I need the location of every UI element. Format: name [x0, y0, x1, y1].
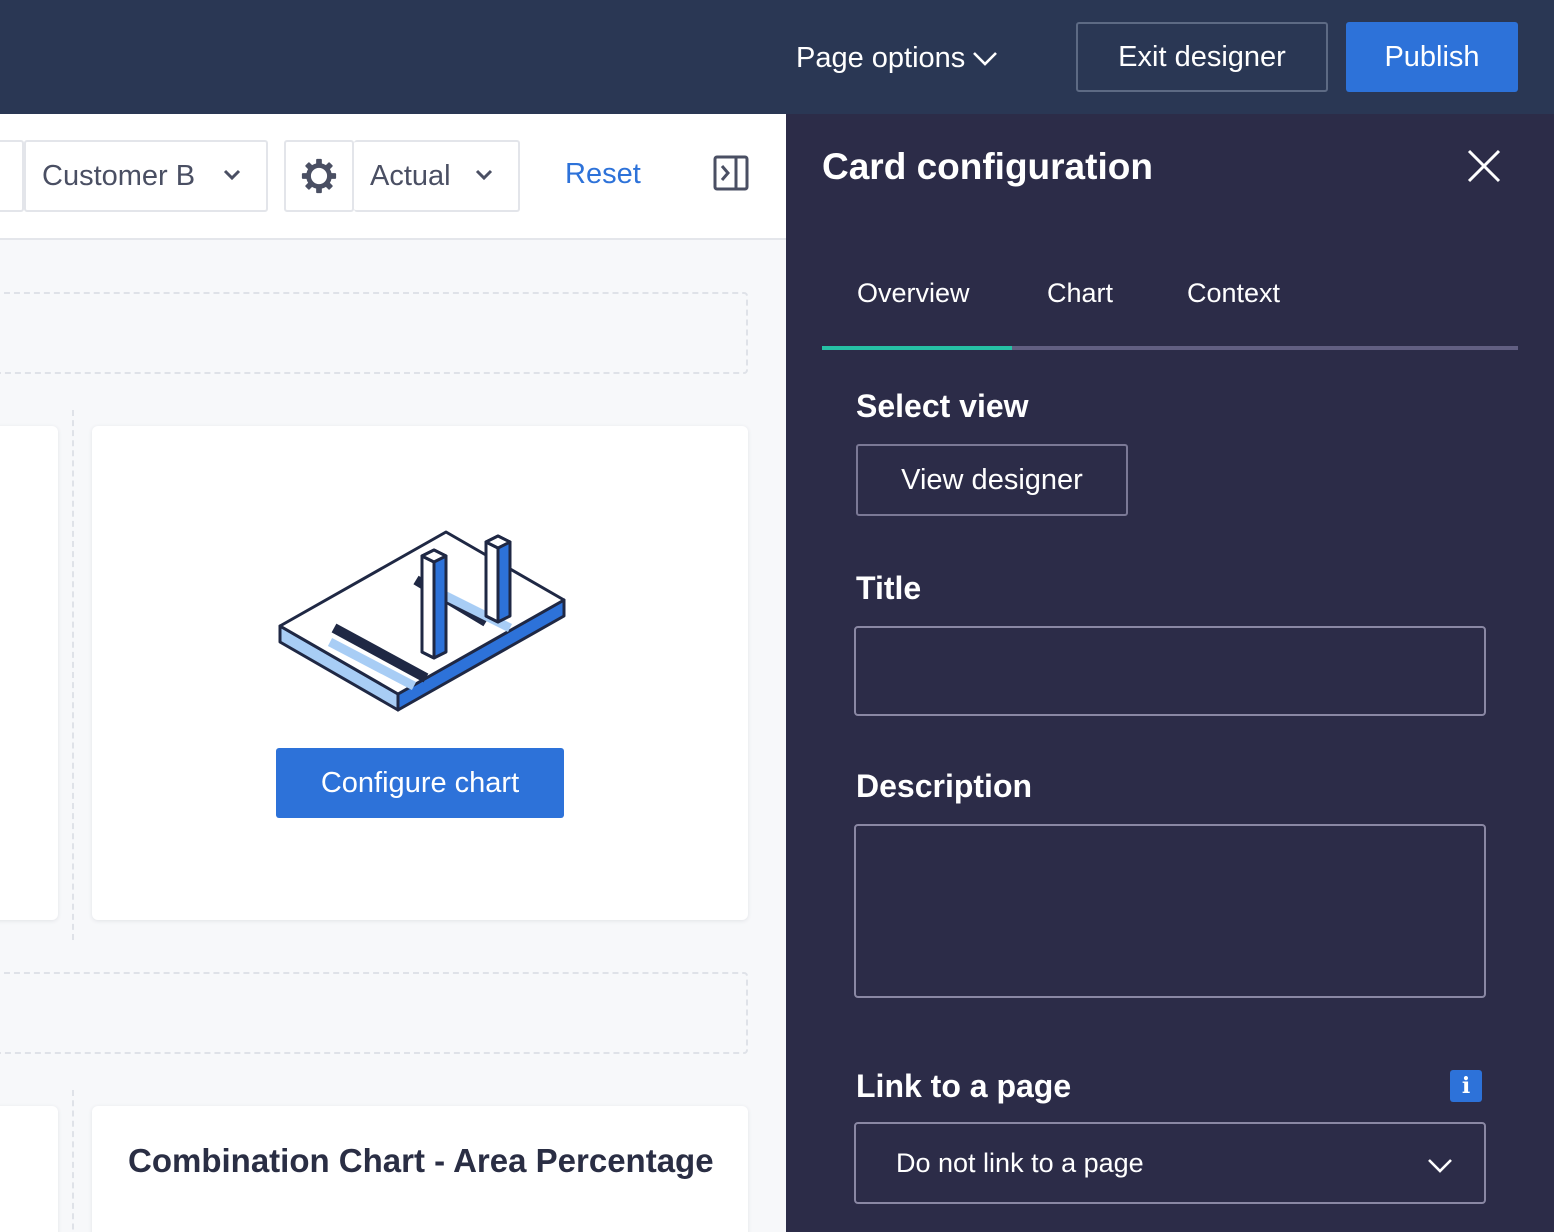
top-bar: Page options Exit designer Publish — [0, 0, 1554, 114]
link-to-page-label: Link to a page — [856, 1068, 1072, 1104]
chevron-down-icon — [223, 169, 241, 181]
reset-filters-link[interactable]: Reset — [565, 158, 641, 191]
tab-overview[interactable]: Overview — [857, 278, 970, 309]
panel-collapse-icon[interactable] — [712, 154, 750, 192]
drop-zone-row — [0, 292, 748, 374]
customer-filter-label: Customer B — [42, 159, 196, 192]
title-label: Title — [856, 570, 922, 606]
page-options-label: Page options — [796, 41, 966, 74]
filter-bar: Customer B Actual Reset — [0, 114, 786, 240]
active-tab-indicator — [822, 346, 1012, 350]
view-designer-button[interactable]: View designer — [856, 444, 1128, 516]
page-options-menu[interactable]: Page options — [796, 38, 999, 78]
gear-icon — [301, 158, 337, 194]
dashboard-card-partial[interactable] — [0, 1106, 58, 1232]
column-divider — [72, 1090, 74, 1232]
publish-button[interactable]: Publish — [1346, 22, 1518, 92]
filter-partial[interactable] — [0, 140, 24, 212]
exit-designer-button[interactable]: Exit designer — [1076, 22, 1328, 92]
card-title: Combination Chart - Area Percentage — [128, 1142, 714, 1179]
drop-zone-row — [0, 972, 748, 1054]
description-textarea[interactable] — [854, 824, 1486, 998]
link-page-select[interactable]: Do not link to a page — [854, 1122, 1486, 1204]
link-page-selected-value: Do not link to a page — [896, 1147, 1144, 1178]
select-view-label: Select view — [856, 388, 1029, 424]
close-icon[interactable] — [1466, 148, 1502, 184]
empty-chart-card[interactable]: Configure chart — [92, 426, 748, 920]
title-input[interactable] — [854, 626, 1486, 716]
scenario-filter-label: Actual — [370, 159, 451, 192]
customer-filter-dropdown[interactable]: Customer B — [24, 140, 268, 212]
chevron-down-icon — [973, 52, 998, 66]
chart-illustration — [278, 530, 566, 712]
tab-context[interactable]: Context — [1187, 278, 1280, 309]
info-icon[interactable]: i — [1450, 1070, 1482, 1102]
column-divider — [72, 410, 74, 940]
tab-chart[interactable]: Chart — [1047, 278, 1113, 309]
gear-icon — [0, 158, 16, 194]
panel-tabs: Overview Chart Context — [822, 274, 1518, 350]
description-label: Description — [856, 768, 1033, 804]
panel-title: Card configuration — [822, 146, 1153, 187]
chevron-down-icon — [475, 169, 493, 181]
card-configuration-panel: Card configuration Overview Chart Contex… — [786, 114, 1554, 1232]
scenario-filter-dropdown[interactable]: Actual — [354, 140, 520, 212]
chevron-down-icon — [1428, 1159, 1452, 1173]
configure-chart-button[interactable]: Configure chart — [276, 748, 564, 818]
dashboard-card-partial[interactable] — [0, 426, 58, 920]
scenario-settings-button[interactable] — [284, 140, 354, 212]
combination-chart-card[interactable]: Combination Chart - Area Percentage — [92, 1106, 748, 1232]
